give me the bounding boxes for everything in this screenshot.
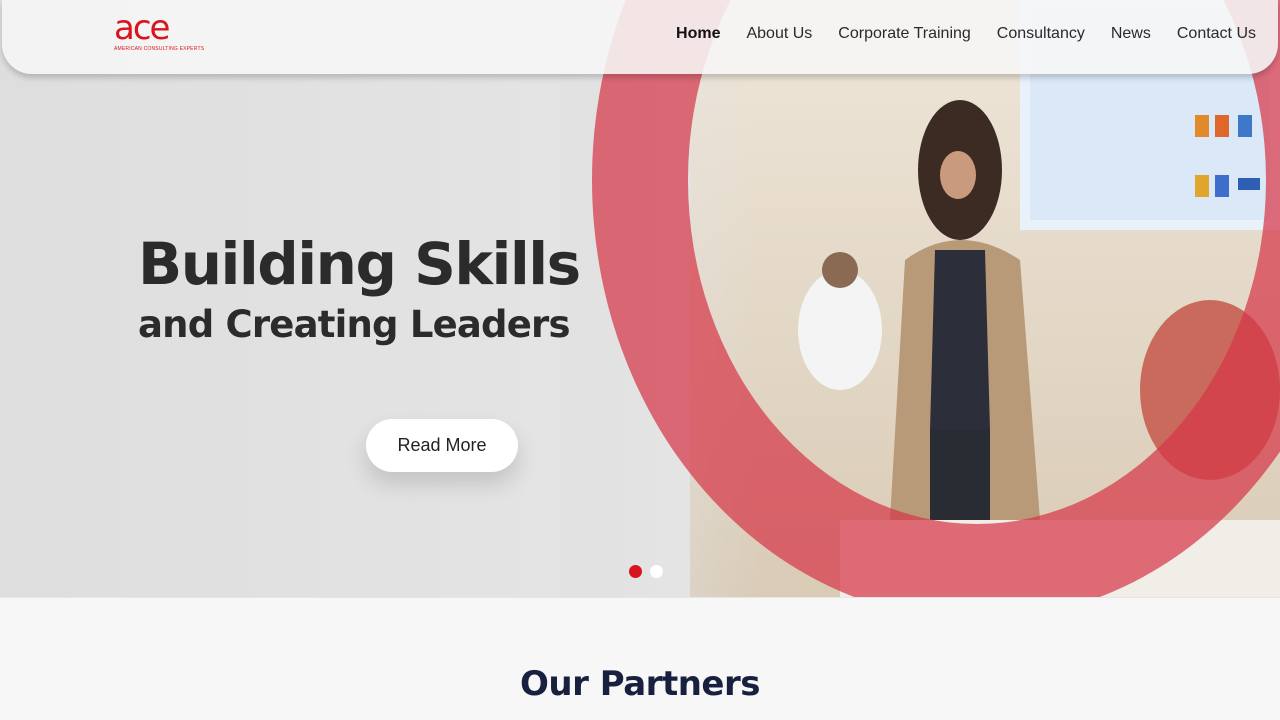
logo-mark: ace — [114, 8, 170, 48]
logo-tagline: AMERICAN CONSULTING EXPERTS — [114, 46, 205, 52]
headline-line-2: and Creating Leaders — [138, 303, 571, 346]
main-nav: Home About Us Corporate Training Consult… — [676, 25, 1256, 43]
logo[interactable]: ace AMERICAN CONSULTING EXPERTS — [114, 8, 205, 58]
nav-item-home[interactable]: Home — [676, 25, 720, 43]
nav-item-about-us[interactable]: About Us — [746, 25, 812, 43]
hero-photo — [690, 0, 1280, 597]
slide-dot-2[interactable] — [650, 565, 663, 578]
slide-dot-1[interactable] — [629, 565, 642, 578]
headline-line-1: Building Skills — [138, 230, 581, 298]
nav-item-news[interactable]: News — [1111, 25, 1151, 43]
site-header: ace AMERICAN CONSULTING EXPERTS Home Abo… — [2, 0, 1278, 74]
nav-item-consultancy[interactable]: Consultancy — [997, 25, 1085, 43]
slider-pagination — [629, 565, 663, 578]
hero-headline: Building Skills and Creating Leaders — [138, 228, 581, 350]
hero-slider: Building Skills and Creating Leaders Rea… — [0, 0, 1280, 597]
read-more-button[interactable]: Read More — [366, 419, 518, 472]
nav-item-corporate-training[interactable]: Corporate Training — [838, 25, 971, 43]
partners-title: Our Partners — [520, 664, 760, 704]
nav-item-contact-us[interactable]: Contact Us — [1177, 25, 1256, 43]
partners-section: Our Partners — [0, 597, 1280, 720]
